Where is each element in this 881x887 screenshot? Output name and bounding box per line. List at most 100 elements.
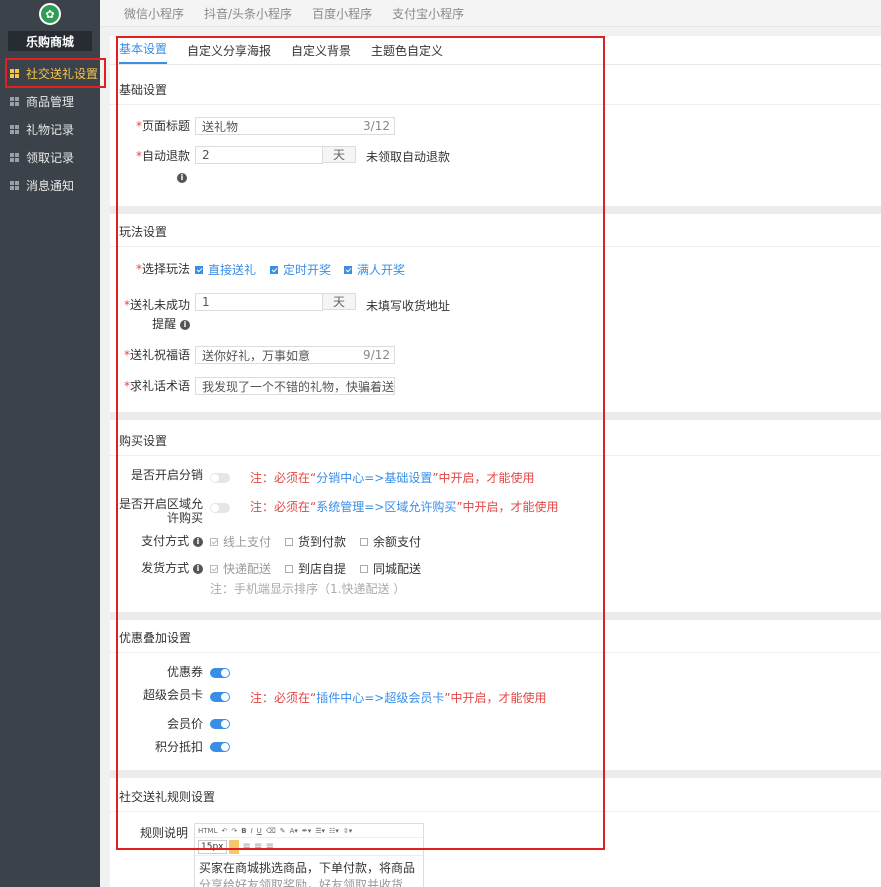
char-count: 9/12: [363, 348, 390, 362]
tab-basic-settings[interactable]: 基本设置: [119, 40, 168, 64]
page-title-input[interactable]: 送礼物 3/12: [195, 117, 395, 135]
coupon-label: 优惠券: [166, 665, 203, 679]
remind-label: *送礼未成功: [123, 298, 190, 312]
sidebar-item-label: 领取记录: [26, 150, 75, 165]
ship-pickup-checkbox[interactable]: 到店自提: [285, 560, 346, 577]
underline-icon[interactable]: U: [257, 827, 262, 835]
font-color-icon[interactable]: A▾: [290, 827, 298, 835]
ship-local-checkbox[interactable]: 同城配送: [360, 560, 421, 577]
play-mode-label: *选择玩法: [135, 262, 190, 276]
divider: [110, 652, 881, 653]
store-name: 乐购商城: [8, 31, 92, 51]
settings-tabs: 基本设置 自定义分享海报 自定义背景 主题色自定义: [110, 36, 881, 65]
platform-tabs: 微信小程序 抖音/头条小程序 百度小程序 支付宝小程序: [100, 0, 881, 27]
brush-icon[interactable]: ✎: [280, 827, 286, 835]
divider: [110, 811, 881, 812]
ask-label: *求礼话术语: [123, 379, 190, 393]
rich-text-editor[interactable]: HTML ↶ ↷ B I U ⌫ ✎ A▾ ✒▾ ☰▾ ☷▾ ⇳▾ 15px ≡…: [194, 823, 424, 887]
section-title-play: 玩法设置: [119, 225, 168, 239]
ask-input[interactable]: 我发现了一个不错的礼物，快骗着送: [195, 377, 395, 395]
tab-wechat[interactable]: 微信小程序: [124, 5, 184, 22]
sidebar-item-label: 商品管理: [26, 94, 75, 109]
section-title-discount: 优惠叠加设置: [119, 631, 192, 645]
ship-order-note: 注：手机端显示排序（1.快递配送 ）: [210, 582, 406, 596]
tab-baidu[interactable]: 百度小程序: [312, 5, 372, 22]
divider: [110, 455, 881, 456]
tab-custom-background[interactable]: 自定义背景: [291, 42, 351, 64]
day-unit: 天: [322, 146, 356, 163]
tab-douyin[interactable]: 抖音/头条小程序: [204, 5, 292, 22]
tab-share-poster[interactable]: 自定义分享海报: [187, 42, 271, 64]
grid-icon: [10, 180, 19, 190]
auto-refund-hint: 未领取自动退款: [366, 150, 451, 164]
auto-refund-input[interactable]: 2: [195, 146, 323, 164]
ship-express-checkbox[interactable]: 快递配送: [210, 560, 271, 577]
font-size-select[interactable]: 15px: [198, 839, 227, 854]
html-icon[interactable]: HTML: [198, 827, 217, 835]
editor-content[interactable]: 买家在商城挑选商品，下单付款，将商品 分享给好友领取奖励，好友领取并收货: [195, 856, 423, 887]
member-price-label: 会员价: [166, 717, 203, 731]
pay-cod-checkbox[interactable]: 货到付款: [285, 533, 346, 550]
align-icon[interactable]: ≡ ≡ ≡: [243, 841, 275, 852]
pay-online-checkbox[interactable]: 线上支付: [210, 533, 271, 550]
eraser-icon[interactable]: ⌫: [266, 827, 276, 835]
undo-icon[interactable]: ↶: [221, 827, 227, 835]
grid-icon: [10, 152, 19, 162]
section-title-basic: 基础设置: [119, 83, 168, 97]
page-title-label: *页面标题: [135, 119, 190, 133]
bold-icon[interactable]: B: [241, 827, 246, 835]
editor-toolbar-2: 15px ≡ ≡ ≡: [195, 838, 423, 856]
mode-timed-checkbox[interactable]: 定时开奖: [270, 261, 331, 278]
points-toggle[interactable]: [210, 742, 230, 752]
info-icon: i: [180, 319, 190, 330]
region-note: 注：必须在“系统管理=>区域允许购买”中开启，才能使用: [250, 500, 559, 514]
logo: ✿: [0, 0, 100, 28]
divider: [110, 246, 881, 247]
editor-toolbar: HTML ↶ ↷ B I U ⌫ ✎ A▾ ✒▾ ☰▾ ☷▾ ⇳▾: [195, 824, 423, 838]
info-icon[interactable]: i: [177, 170, 187, 184]
store-logo-icon: ✿: [39, 3, 61, 25]
sidebar-item-product-management[interactable]: 商品管理: [0, 87, 100, 115]
list-icon[interactable]: ☰▾: [315, 827, 325, 835]
region-label-2: 许购买: [166, 511, 203, 525]
char-count: 3/12: [363, 119, 390, 133]
divider: [110, 104, 881, 105]
rules-desc-label: 规则说明: [139, 826, 188, 840]
distribution-toggle[interactable]: [210, 473, 230, 483]
info-icon: i: [193, 563, 203, 574]
tab-alipay[interactable]: 支付宝小程序: [392, 5, 464, 22]
member-price-toggle[interactable]: [210, 719, 230, 729]
section-gap: [110, 770, 881, 778]
annotation-highlight-box: [5, 58, 106, 88]
remind-days-input[interactable]: 1: [195, 293, 323, 311]
blessing-input[interactable]: 送你好礼，万事如意 9/12: [195, 346, 395, 364]
vip-card-toggle[interactable]: [210, 692, 230, 702]
grid-icon: [10, 96, 19, 106]
mode-direct-checkbox[interactable]: 直接送礼: [195, 261, 256, 278]
line-height-icon[interactable]: ⇳▾: [343, 827, 352, 835]
blessing-label: *送礼祝福语: [123, 348, 190, 362]
mode-full-checkbox[interactable]: 满人开奖: [344, 261, 405, 278]
sidebar-item-claim-records[interactable]: 领取记录: [0, 143, 100, 171]
redo-icon[interactable]: ↷: [231, 827, 237, 835]
italic-icon[interactable]: I: [251, 827, 253, 835]
sidebar-item-gift-records[interactable]: 礼物记录: [0, 115, 100, 143]
region-toggle[interactable]: [210, 503, 230, 513]
pay-balance-checkbox[interactable]: 余额支付: [360, 533, 421, 550]
color-swatch-icon[interactable]: [228, 839, 239, 854]
ordered-list-icon[interactable]: ☷▾: [329, 827, 339, 835]
grid-icon: [10, 124, 19, 134]
coupon-toggle[interactable]: [210, 668, 230, 678]
info-icon: i: [193, 536, 203, 547]
section-gap: [110, 612, 881, 620]
points-label: 积分抵扣: [154, 740, 203, 754]
vip-card-label: 超级会员卡: [142, 688, 203, 702]
main-panel: 基本设置 自定义分享海报 自定义背景 主题色自定义 基础设置 *页面标题 送礼物…: [110, 36, 881, 887]
ship-method-label: 发货方式 i: [110, 560, 203, 576]
distribution-note: 注：必须在“分销中心=>基础设置”中开启，才能使用: [250, 471, 535, 485]
section-gap: [110, 412, 881, 420]
sidebar-item-label: 消息通知: [26, 178, 75, 193]
tab-theme-color[interactable]: 主题色自定义: [371, 42, 443, 64]
sidebar-item-message-notice[interactable]: 消息通知: [0, 171, 100, 199]
highlight-icon[interactable]: ✒▾: [302, 827, 311, 835]
